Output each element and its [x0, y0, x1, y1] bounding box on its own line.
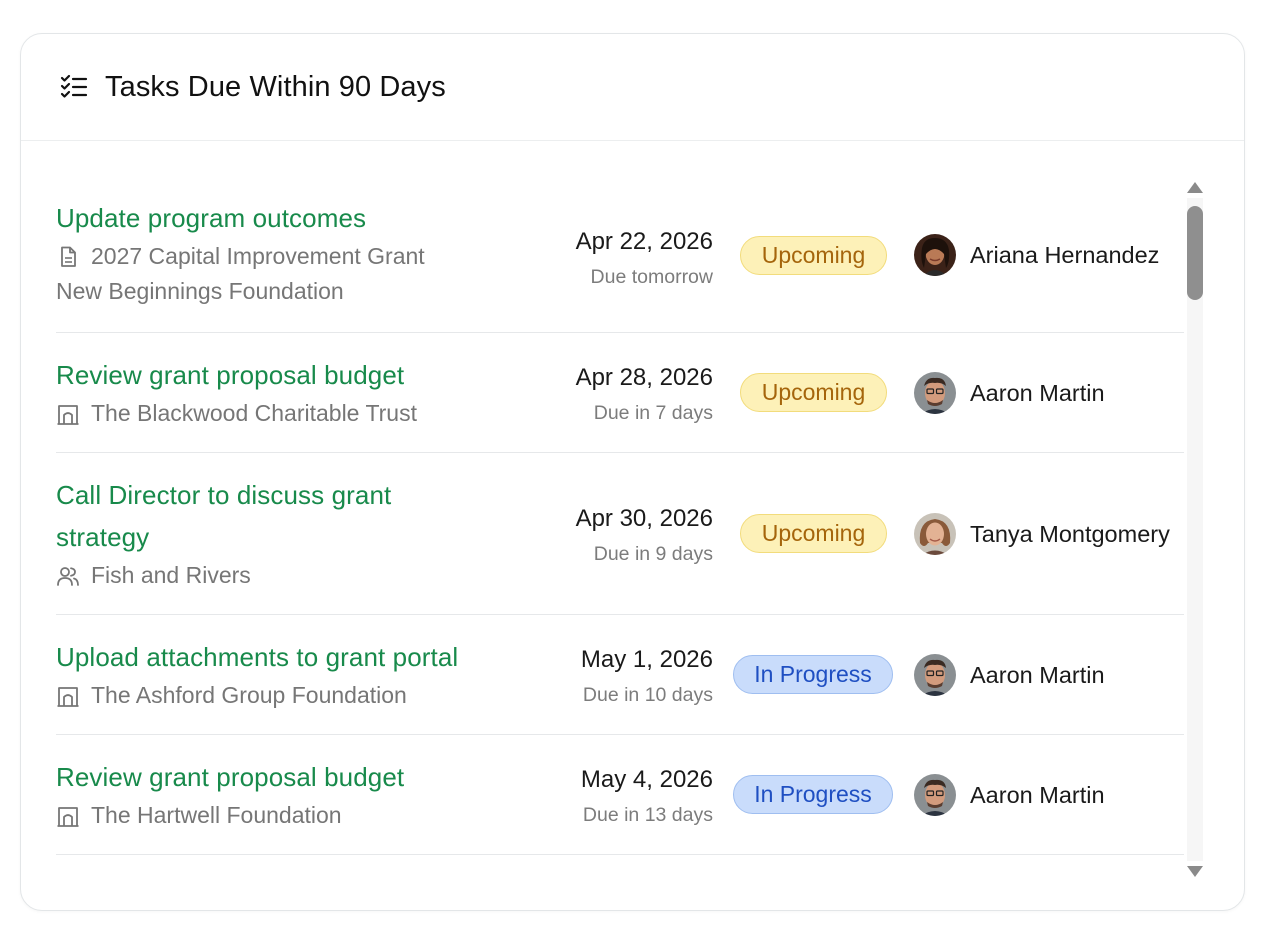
tasks-card: Tasks Due Within 90 Days Update program …: [20, 33, 1245, 911]
building-icon: [57, 806, 79, 827]
status-badge: In Progress: [733, 655, 893, 694]
assignee[interactable]: Aaron Martin: [914, 372, 1105, 414]
status-badge: Upcoming: [740, 373, 887, 412]
assignee[interactable]: Tanya Montgomery: [914, 513, 1170, 555]
task-due-date: Apr 30, 2026 Due in 9 days: [576, 501, 713, 571]
task-list-area[interactable]: Update program outcomes 2027 Capital Imp…: [21, 142, 1244, 910]
due-date: Apr 22, 2026: [575, 228, 713, 255]
task-due-date: Apr 22, 2026 Due tomorrow: [576, 224, 713, 294]
task-title-link[interactable]: Upload attachments to grant portal: [56, 636, 458, 678]
due-relative: Due tomorrow: [590, 266, 713, 288]
task-info: Call Director to discuss grant strategy …: [56, 474, 391, 593]
task-subtitle: The Ashford Group Foundation: [91, 682, 407, 708]
task-due-date: Apr 28, 2026 Due in 7 days: [576, 360, 713, 430]
task-list: Update program outcomes 2027 Capital Imp…: [56, 184, 1184, 855]
task-due-date: May 1, 2026 Due in 10 days: [581, 642, 713, 712]
task-grant: 2027 Capital Improvement Grant: [56, 239, 425, 274]
task-organization: The Ashford Group Foundation: [56, 678, 458, 713]
task-title-link[interactable]: Call Director to discuss grant: [56, 474, 391, 516]
assignee-name: Aaron Martin: [970, 781, 1105, 808]
assignee[interactable]: Ariana Hernandez: [914, 234, 1159, 276]
people-icon: [57, 566, 79, 586]
checklist-icon: [60, 74, 88, 98]
status-badge: Upcoming: [740, 236, 887, 275]
assignee-name: Aaron Martin: [970, 379, 1105, 406]
due-relative: Due in 13 days: [582, 804, 713, 826]
scrollbar[interactable]: [1184, 182, 1206, 877]
due-date: Apr 30, 2026: [575, 505, 713, 532]
due-relative: Due in 9 days: [593, 543, 713, 565]
task-title-link-continued[interactable]: strategy: [56, 516, 391, 558]
avatar: [914, 372, 956, 414]
task-organization: The Hartwell Foundation: [56, 798, 404, 833]
assignee[interactable]: Aaron Martin: [914, 654, 1105, 696]
scroll-up-arrow-icon[interactable]: [1187, 182, 1203, 193]
building-icon: [57, 686, 79, 707]
task-info: Update program outcomes 2027 Capital Imp…: [56, 197, 425, 309]
scroll-thumb[interactable]: [1187, 206, 1203, 300]
card-title: Tasks Due Within 90 Days: [105, 70, 446, 103]
status-badge: In Progress: [733, 775, 893, 814]
task-title-link[interactable]: Review grant proposal budget: [56, 354, 417, 396]
task-organization: The Blackwood Charitable Trust: [56, 396, 417, 431]
task-info: Review grant proposal budget The Hartwel…: [56, 756, 404, 833]
task-info: Review grant proposal budget The Blackwo…: [56, 354, 417, 431]
scroll-down-arrow-icon[interactable]: [1187, 866, 1203, 877]
task-row[interactable]: Update program outcomes 2027 Capital Imp…: [56, 184, 1184, 333]
task-subtitle: Fish and Rivers: [91, 562, 251, 588]
task-organization: New Beginnings Foundation: [56, 278, 344, 304]
task-title-link[interactable]: Review grant proposal budget: [56, 756, 404, 798]
due-date: May 4, 2026: [580, 766, 713, 793]
due-relative: Due in 10 days: [582, 684, 713, 706]
assignee[interactable]: Aaron Martin: [914, 774, 1105, 816]
due-relative: Due in 7 days: [593, 402, 713, 424]
assignee-name: Ariana Hernandez: [970, 241, 1160, 268]
task-due-date: May 4, 2026 Due in 13 days: [581, 762, 713, 832]
document-icon: [61, 246, 76, 267]
task-row[interactable]: Upload attachments to grant portal The A…: [56, 615, 1184, 735]
task-subtitle: The Hartwell Foundation: [91, 802, 342, 828]
avatar: [914, 654, 956, 696]
task-organization: Fish and Rivers: [56, 558, 391, 593]
task-row[interactable]: Review grant proposal budget The Hartwel…: [56, 735, 1184, 855]
task-subtitle: 2027 Capital Improvement Grant: [91, 243, 425, 269]
avatar: [914, 774, 956, 816]
due-date: May 1, 2026: [580, 646, 713, 673]
card-header: Tasks Due Within 90 Days: [21, 34, 1244, 141]
building-icon: [57, 404, 79, 425]
assignee-name: Aaron Martin: [970, 661, 1105, 688]
avatar: [914, 513, 956, 555]
task-row[interactable]: Call Director to discuss grant strategy …: [56, 453, 1184, 615]
task-row[interactable]: Review grant proposal budget The Blackwo…: [56, 333, 1184, 453]
assignee-name: Tanya Montgomery: [970, 520, 1170, 547]
task-info: Upload attachments to grant portal The A…: [56, 636, 458, 713]
due-date: Apr 28, 2026: [575, 364, 713, 391]
status-badge: Upcoming: [740, 514, 887, 553]
task-title-link[interactable]: Update program outcomes: [56, 197, 425, 239]
avatar: [914, 234, 956, 276]
task-subtitle: The Blackwood Charitable Trust: [91, 400, 417, 426]
